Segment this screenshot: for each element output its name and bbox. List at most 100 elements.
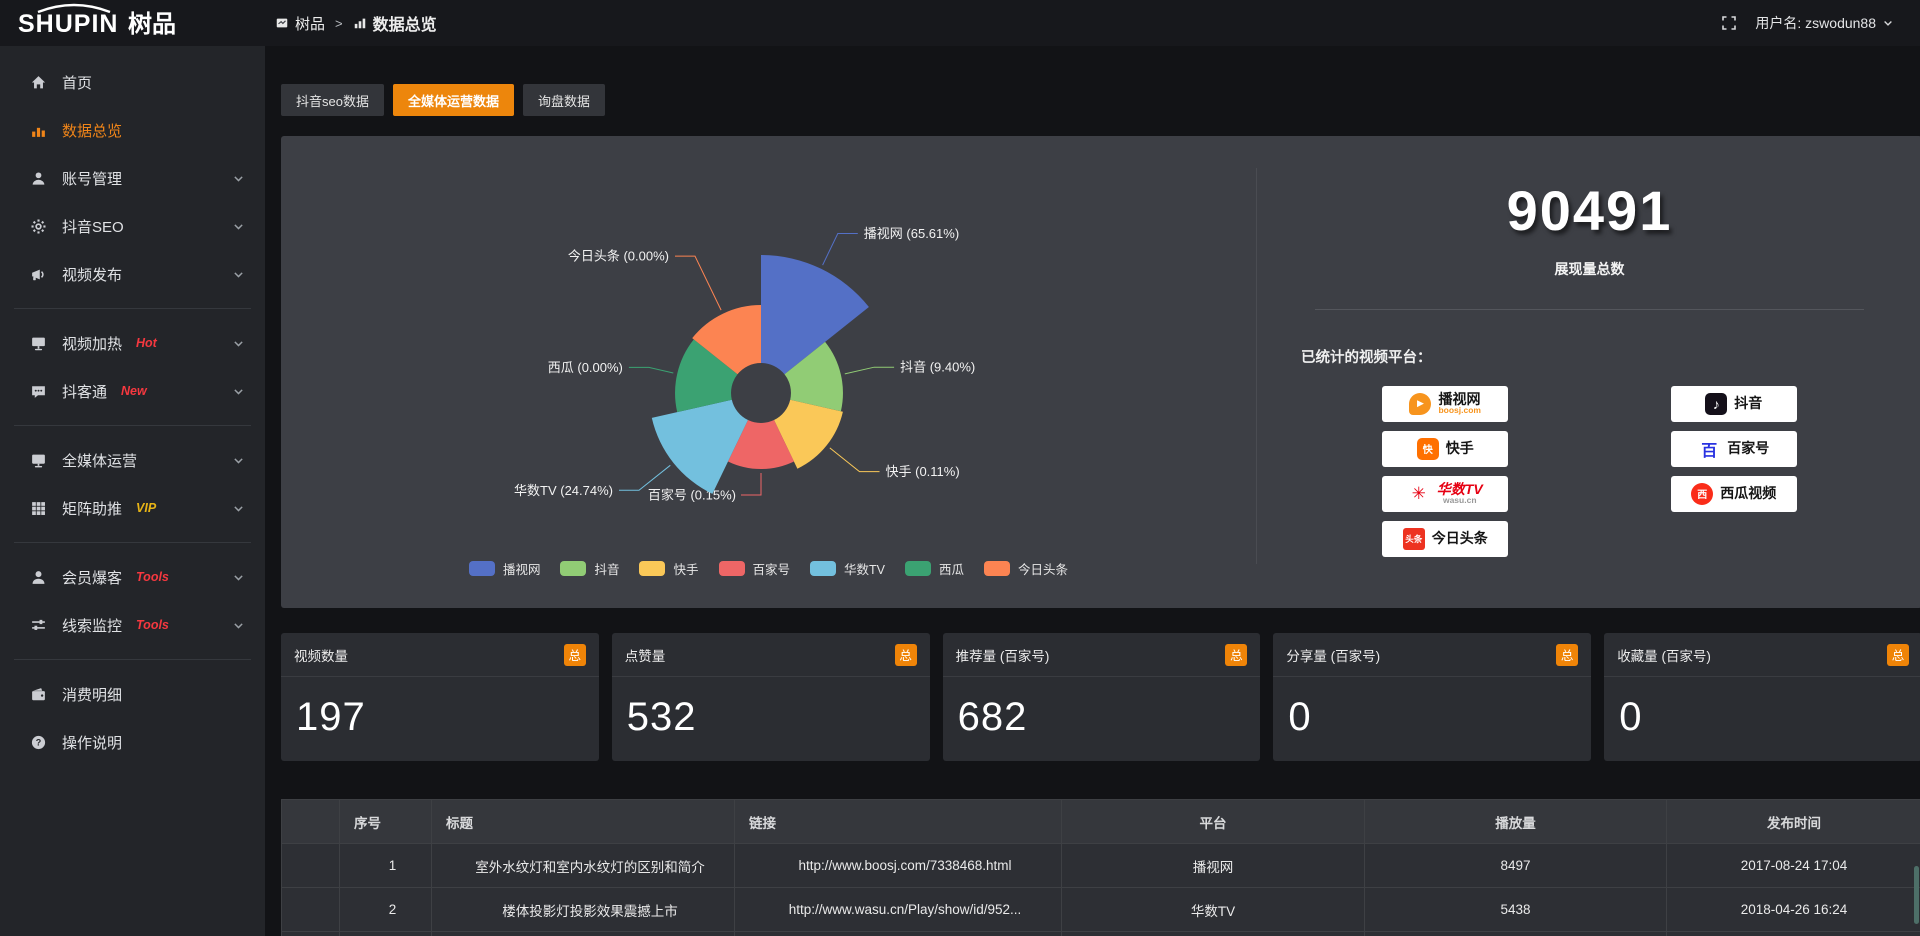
logo-graphic: SHUPIN 树品 — [16, 3, 192, 39]
sidebar-item-label: 抖客通 — [62, 381, 107, 402]
legend-item[interactable]: 播视网 — [469, 559, 541, 578]
stat-card-value: 0 — [1273, 677, 1591, 740]
counted-platforms-label: 已统计的视频平台： — [1301, 346, 1878, 367]
stat-card-title: 点赞量 — [625, 645, 666, 665]
platform-badge-kuaishou: 快快手 — [1382, 431, 1508, 467]
stat-card-3: 分享量 (百家号)总0 — [1273, 633, 1591, 761]
column-header: 播放量 — [1365, 800, 1667, 844]
legend-item[interactable]: 百家号 — [719, 559, 791, 578]
bar-chart-icon — [28, 122, 48, 139]
scrollbar-thumb[interactable] — [1914, 866, 1919, 924]
sidebar-item-matrix-boost[interactable]: 矩阵助推 VIP — [0, 484, 265, 532]
sidebar-item-home[interactable]: 首页 — [0, 58, 265, 106]
column-header: 序号 — [340, 800, 432, 844]
user-icon — [28, 170, 48, 187]
legend-label: 百家号 — [753, 559, 791, 578]
impressions-total-caption: 展现量总数 — [1301, 259, 1878, 279]
cell-plays: 5438 — [1365, 888, 1667, 932]
douyin-logo-icon: ♪ — [1705, 393, 1727, 415]
cell-url-link[interactable]: http://www.boosj.com/7338468.html — [735, 844, 1062, 888]
impressions-total-value: 90491 — [1301, 178, 1878, 243]
member-icon — [28, 569, 48, 586]
legend-item[interactable]: 今日头条 — [984, 559, 1068, 578]
legend-item[interactable]: 抖音 — [560, 559, 619, 578]
table-body: 1室外水纹灯和室内水纹灯的区别和简介http://www.boosj.com/7… — [282, 844, 1920, 936]
xigua-logo-icon: 西 — [1691, 483, 1713, 505]
chart-legend: 播视网 抖音 快手 百家号华数TV 西瓜 今日头条 — [281, 559, 1256, 578]
sidebar-item-label: 视频发布 — [62, 264, 122, 285]
legend-item[interactable]: 快手 — [639, 559, 698, 578]
cell-title-link[interactable]: 楼体投影灯投影效果震撼上市 — [432, 888, 735, 932]
topbar: SHUPIN 树品 树品 > 数据总览 用户名: zswodun88 — [0, 0, 1920, 46]
sidebar-item-douyin-seo[interactable]: 抖音SEO — [0, 202, 265, 250]
sidebar-item-label: 账号管理 — [62, 168, 122, 189]
breadcrumb-root[interactable]: 树品 — [275, 13, 325, 34]
gear-icon — [28, 218, 48, 235]
breadcrumb-separator: > — [335, 16, 343, 31]
sidebar-item-clue-monitor[interactable]: 线索监控Tools — [0, 601, 265, 649]
pie-slice-label: 华数TV (24.74%) — [514, 483, 613, 498]
sidebar-item-operation-guide[interactable]: ?操作说明 — [0, 718, 265, 766]
overview-panel: 播视网 (65.61%)抖音 (9.40%)快手 (0.11%)百家号 (0.1… — [281, 136, 1920, 608]
total-badge: 总 — [1225, 644, 1247, 666]
pie-slice[interactable] — [652, 400, 748, 494]
stat-card-1: 点赞量 总 532 — [612, 633, 930, 761]
chevron-down-icon — [232, 571, 245, 584]
tab-0[interactable]: 抖音seo数据 — [281, 84, 384, 116]
table-row-partial — [282, 932, 1920, 936]
sidebar-item-label: 抖音SEO — [62, 216, 124, 237]
label-line — [845, 367, 894, 374]
rose-chart-area: 播视网 (65.61%)抖音 (9.40%)快手 (0.11%)百家号 (0.1… — [281, 136, 1256, 608]
sidebar-item-member-baoke[interactable]: 会员爆客Tools — [0, 553, 265, 601]
stat-card-head: 分享量 (百家号)总 — [1273, 633, 1591, 677]
sidebar-item-consumption-detail[interactable]: 消费明细 — [0, 670, 265, 718]
tab-1[interactable]: 全媒体运营数据 — [393, 84, 514, 116]
table-row: 1室外水纹灯和室内水纹灯的区别和简介http://www.boosj.com/7… — [282, 844, 1920, 888]
cell-platform: 华数TV — [1062, 888, 1365, 932]
table-header: 序号标题链接平台播放量发布时间 — [282, 800, 1920, 844]
sidebar-item-badge: Tools — [136, 618, 169, 632]
sidebar-item-badge: VIP — [136, 501, 156, 515]
topbar-right: 用户名: zswodun88 — [1721, 13, 1920, 33]
sidebar-item-label: 矩阵助推 — [62, 498, 122, 519]
platform-name: 百家号 — [1727, 441, 1769, 456]
label-line — [823, 234, 858, 266]
stat-card-head: 收藏量 (百家号)总 — [1604, 633, 1920, 677]
sidebar-divider — [14, 425, 251, 426]
stat-card-4: 收藏量 (百家号)总0 — [1604, 633, 1920, 761]
legend-label: 抖音 — [594, 559, 619, 578]
stat-card-title: 分享量 (百家号) — [1286, 645, 1380, 665]
legend-swatch — [560, 561, 586, 576]
stat-card-value: 532 — [612, 677, 930, 740]
cell-title-link[interactable]: 室外水纹灯和室内水纹灯的区别和简介 — [432, 844, 735, 888]
sidebar-item-data-overview[interactable]: 数据总览 — [0, 106, 265, 154]
sidebar-item-omnimedia-operation[interactable]: 全媒体运营 — [0, 436, 265, 484]
sidebar-item-video-heat[interactable]: 视频加热Hot — [0, 319, 265, 367]
sidebar-item-account-management[interactable]: 账号管理 — [0, 154, 265, 202]
legend-item[interactable]: 华数TV — [810, 559, 885, 578]
legend-item[interactable]: 西瓜 — [905, 559, 964, 578]
pie-slice-label: 快手 (0.11%) — [886, 464, 960, 479]
cell-time: 2018-04-26 16:24 — [1667, 888, 1920, 932]
platform-name: 今日头条 — [1432, 531, 1488, 546]
sidebar-item-label: 首页 — [62, 72, 92, 93]
breadcrumb: 树品 > 数据总览 — [275, 11, 437, 35]
wasu-logo-icon: ✳ — [1408, 483, 1430, 505]
total-badge: 总 — [895, 644, 917, 666]
fullscreen-icon[interactable] — [1721, 15, 1737, 31]
cell-url-link[interactable]: http://www.wasu.cn/Play/show/id/952... — [735, 888, 1062, 932]
empty-cell — [432, 932, 735, 936]
tab-2[interactable]: 询盘数据 — [523, 84, 605, 116]
megaphone-icon — [28, 266, 48, 283]
row-checkbox-cell — [282, 888, 340, 932]
user-menu[interactable]: 用户名: zswodun88 — [1755, 13, 1894, 33]
stat-card-value: 0 — [1604, 677, 1920, 740]
pie-slice-label: 西瓜 (0.00%) — [548, 360, 623, 375]
empty-cell — [1365, 932, 1667, 936]
sidebar-item-video-publish[interactable]: 视频发布 — [0, 250, 265, 298]
chat-icon — [28, 383, 48, 400]
wallet-icon — [28, 686, 48, 703]
column-header: 标题 — [432, 800, 735, 844]
cell-index: 1 — [340, 844, 432, 888]
sidebar-item-doukertong[interactable]: 抖客通New — [0, 367, 265, 415]
